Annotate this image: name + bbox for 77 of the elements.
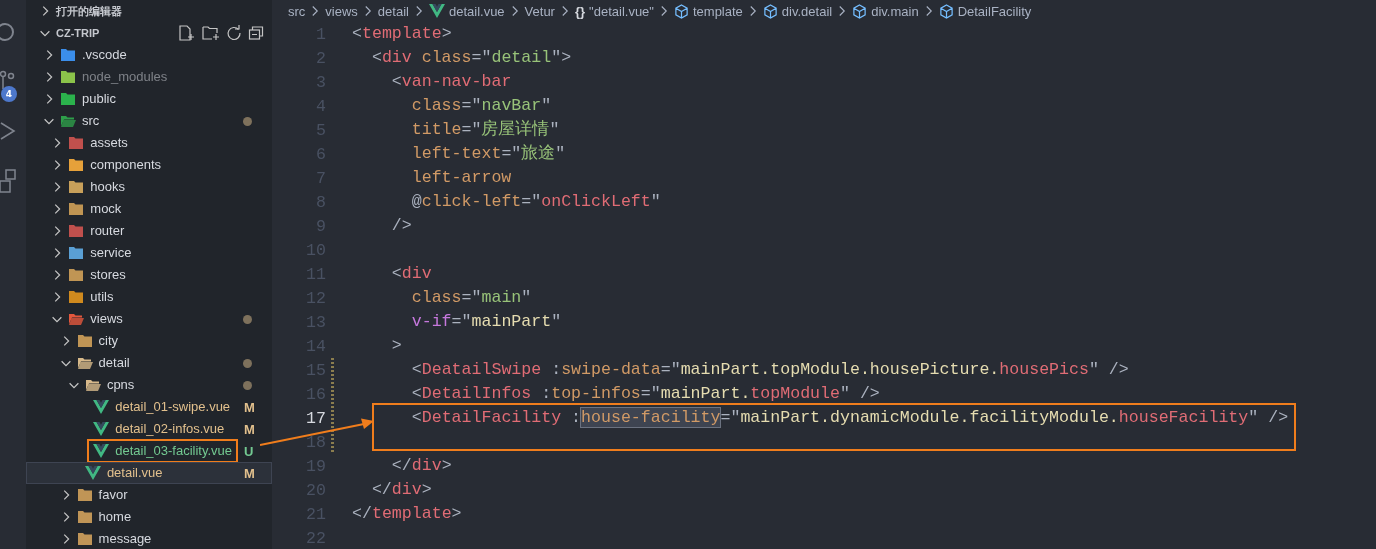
file-tree-item[interactable]: city [26, 330, 272, 352]
git-status: M [244, 421, 256, 437]
cube-icon [673, 3, 689, 19]
file-tree-item[interactable]: detail.vue M [26, 462, 272, 484]
code-line: <DetailFacility :house-facility="mainPart.dynamicModule.facilityModule.houseFacility" /> [410, 407, 1289, 429]
file-tree-item[interactable]: utils [26, 286, 272, 308]
file-tree-item[interactable]: service [26, 242, 272, 264]
project-title[interactable]: CZ-TRIP [56, 27, 100, 39]
code-line: left-arrow [410, 167, 512, 189]
vue-file-icon [93, 444, 110, 458]
code-line: <van-nav-bar [390, 71, 512, 93]
breadcrumb-item[interactable]: div.main [871, 3, 919, 19]
file-tree-item[interactable]: hooks [26, 176, 272, 198]
code-line: <div [390, 263, 432, 285]
code-line: title="房屋详情" [410, 118, 560, 141]
git-status: M [244, 465, 256, 481]
file-tree-item[interactable]: assets [26, 132, 272, 154]
braces-icon: {} [574, 3, 586, 19]
file-tree-item[interactable]: router [26, 220, 272, 242]
new-folder-icon[interactable] [202, 25, 220, 41]
breadcrumb-item[interactable]: src [288, 3, 306, 19]
git-status: U [244, 443, 255, 459]
breadcrumb-item[interactable]: Vetur [524, 3, 555, 19]
code-line: @click-left="onClickLeft" [410, 191, 661, 213]
code-line: class="main" [410, 287, 532, 309]
breadcrumb-item[interactable]: div.detail [781, 3, 833, 19]
file-tree-item[interactable]: favor [26, 484, 272, 506]
code-line: v-if="mainPart" [410, 311, 562, 333]
breadcrumb-item[interactable]: views [325, 3, 358, 19]
vue-file-icon [93, 422, 110, 436]
breadcrumb-item[interactable]: "detail.vue" [589, 3, 654, 19]
git-status: M [244, 399, 256, 415]
file-tree-item[interactable]: .vscode [26, 44, 272, 66]
file-tree-item[interactable]: detail_01-swipe.vue M [26, 396, 272, 418]
highlight-frame: detail_03-facility.vue [89, 441, 236, 461]
code-line: </template> [352, 503, 462, 525]
file-tree-item[interactable]: detail_02-infos.vue M [26, 418, 272, 440]
breadcrumb-item[interactable]: detail.vue [448, 3, 505, 19]
file-tree-item[interactable]: components [26, 154, 272, 176]
file-tree-item[interactable]: detail [26, 352, 272, 374]
code-line: </div> [390, 455, 452, 477]
code-line: /> [390, 215, 412, 237]
file-tree-item[interactable]: node_modules [26, 66, 272, 88]
code-line: <DeatailSwipe :swipe-data="mainPart.topModule.housePicture.housePics" /> [410, 359, 1129, 381]
section-title[interactable]: 打开的编辑器 [56, 3, 122, 19]
new-file-icon[interactable] [178, 25, 196, 41]
breadcrumb-item[interactable]: template [692, 3, 743, 19]
cube-icon [852, 3, 868, 19]
code-line: <template> [352, 23, 452, 45]
file-tree-item[interactable]: src [26, 110, 272, 132]
code-line: > [390, 335, 402, 357]
file-tree-item[interactable]: detail_03-facility.vue U [26, 440, 272, 462]
vue-file-icon [428, 4, 445, 18]
code-line: <div class="detail"> [370, 47, 572, 69]
extensions-icon[interactable] [0, 168, 16, 194]
breadcrumb-item[interactable]: DetailFacility [957, 3, 1032, 19]
refresh-icon[interactable] [226, 25, 242, 41]
code-line: left-text="旅途" [410, 143, 566, 165]
cube-icon [938, 3, 954, 19]
file-tree-item[interactable]: stores [26, 264, 272, 286]
cube-icon [762, 3, 778, 19]
notification-badge: 4 [1, 86, 17, 102]
file-tree-item[interactable]: cpns [26, 374, 272, 396]
file-tree-item[interactable]: home [26, 506, 272, 528]
code-line: </div> [370, 479, 432, 501]
code-line: class="navBar" [410, 95, 552, 117]
file-tree-item[interactable]: message [26, 528, 272, 549]
collapse-all-icon[interactable] [248, 25, 264, 41]
file-tree-item[interactable]: views [26, 308, 272, 330]
code-line: <DetailInfos :top-infos="mainPart.topModule" /> [410, 383, 880, 405]
run-debug-icon[interactable] [0, 120, 16, 142]
file-tree-item[interactable]: mock [26, 198, 272, 220]
vue-file-icon [93, 400, 110, 414]
vue-file-icon [84, 466, 101, 480]
line-number: 17 [305, 408, 326, 428]
file-tree-item[interactable]: public [26, 88, 272, 110]
breadcrumb-item[interactable]: detail [377, 3, 409, 19]
